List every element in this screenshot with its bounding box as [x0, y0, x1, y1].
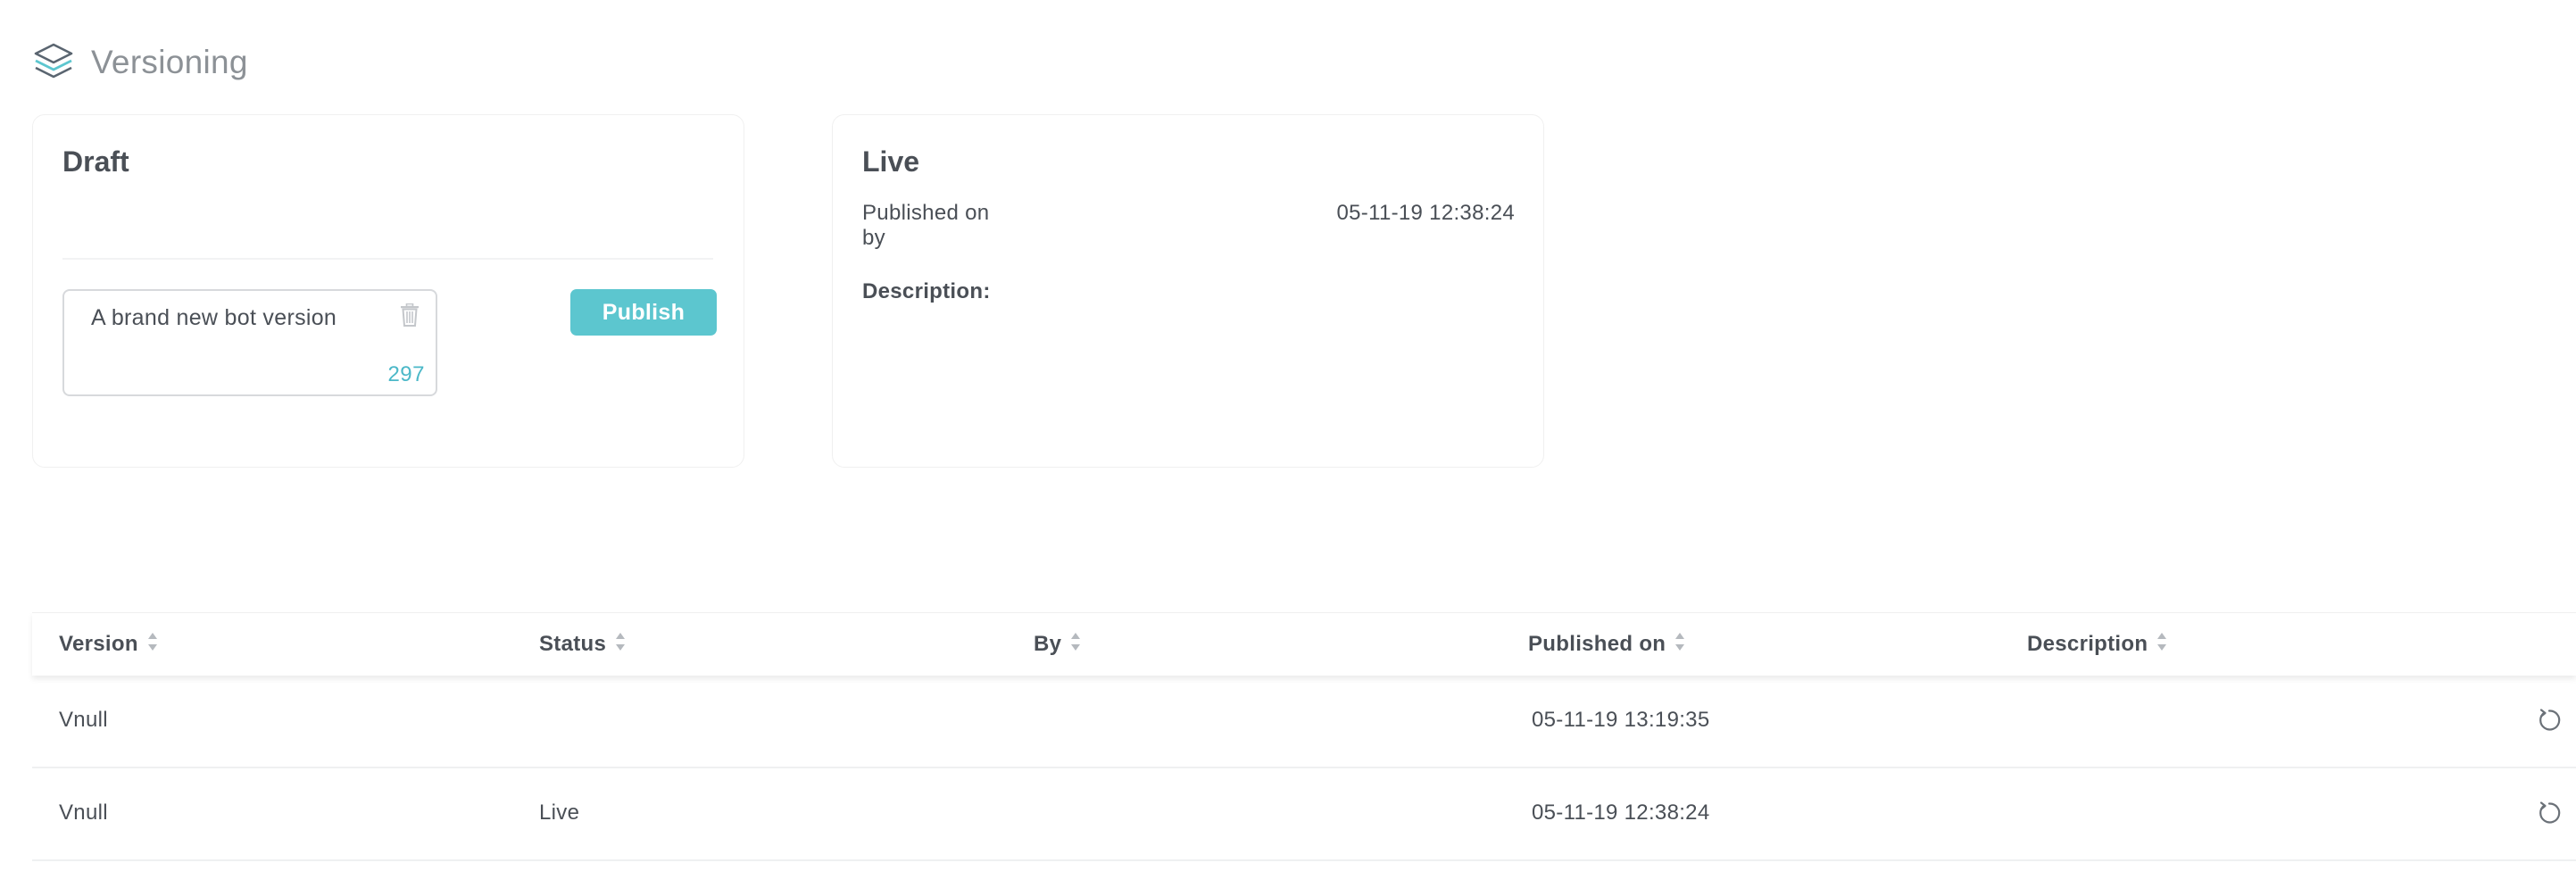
- column-header-label: By: [1034, 632, 1062, 656]
- restore-icon[interactable]: [2537, 708, 2562, 737]
- table-row: Vnull Live 05-11-19 12:38:24: [32, 768, 2576, 861]
- restore-icon[interactable]: [2537, 801, 2562, 830]
- cell-published-on: 05-11-19 13:19:35: [1532, 708, 1710, 732]
- draft-card: Draft A brand new bot version 297 Publis…: [32, 114, 744, 468]
- published-on-label: Published on: [862, 201, 990, 225]
- version-description-value[interactable]: A brand new bot version: [91, 305, 337, 331]
- column-header-label: Version: [59, 632, 138, 656]
- column-header-by[interactable]: By: [1034, 613, 1081, 676]
- column-header-published-on[interactable]: Published on: [1528, 613, 1685, 676]
- column-header-label: Description: [2027, 632, 2148, 656]
- char-counter: 297: [387, 362, 425, 386]
- column-header-version[interactable]: Version: [59, 613, 158, 676]
- draft-title: Draft: [62, 145, 129, 178]
- cell-status: Live: [539, 801, 580, 825]
- sort-icon[interactable]: [147, 631, 158, 659]
- cell-published-on: 05-11-19 12:38:24: [1532, 801, 1710, 825]
- table-header: Version Status By Published on Descripti…: [32, 612, 2576, 676]
- cell-version: Vnull: [59, 801, 108, 825]
- table-row: Vnull 05-11-19 13:19:35: [32, 676, 2576, 768]
- published-by-label: by: [862, 226, 885, 250]
- cell-version: Vnull: [59, 708, 108, 732]
- sort-icon[interactable]: [615, 631, 626, 659]
- divider: [62, 258, 713, 260]
- column-header-label: Status: [539, 632, 607, 656]
- publish-button[interactable]: Publish: [570, 289, 717, 336]
- sort-icon[interactable]: [1674, 631, 1685, 659]
- live-card: Live Published on by 05-11-19 12:38:24 D…: [832, 114, 1544, 468]
- sort-icon[interactable]: [2156, 631, 2167, 659]
- sort-icon[interactable]: [1070, 631, 1081, 659]
- versions-table: Version Status By Published on Descripti…: [32, 612, 2576, 861]
- published-on-value: 05-11-19 12:38:24: [1336, 201, 1515, 225]
- column-header-description[interactable]: Description: [2027, 613, 2167, 676]
- column-header-status[interactable]: Status: [539, 613, 626, 676]
- layers-icon: [32, 42, 75, 83]
- description-label: Description:: [862, 279, 991, 303]
- live-title: Live: [862, 145, 920, 178]
- page-title: Versioning: [91, 44, 248, 80]
- trash-icon[interactable]: [400, 303, 420, 331]
- column-header-label: Published on: [1528, 632, 1666, 656]
- version-description-input[interactable]: A brand new bot version 297: [62, 289, 437, 396]
- page-header: Versioning: [32, 39, 248, 86]
